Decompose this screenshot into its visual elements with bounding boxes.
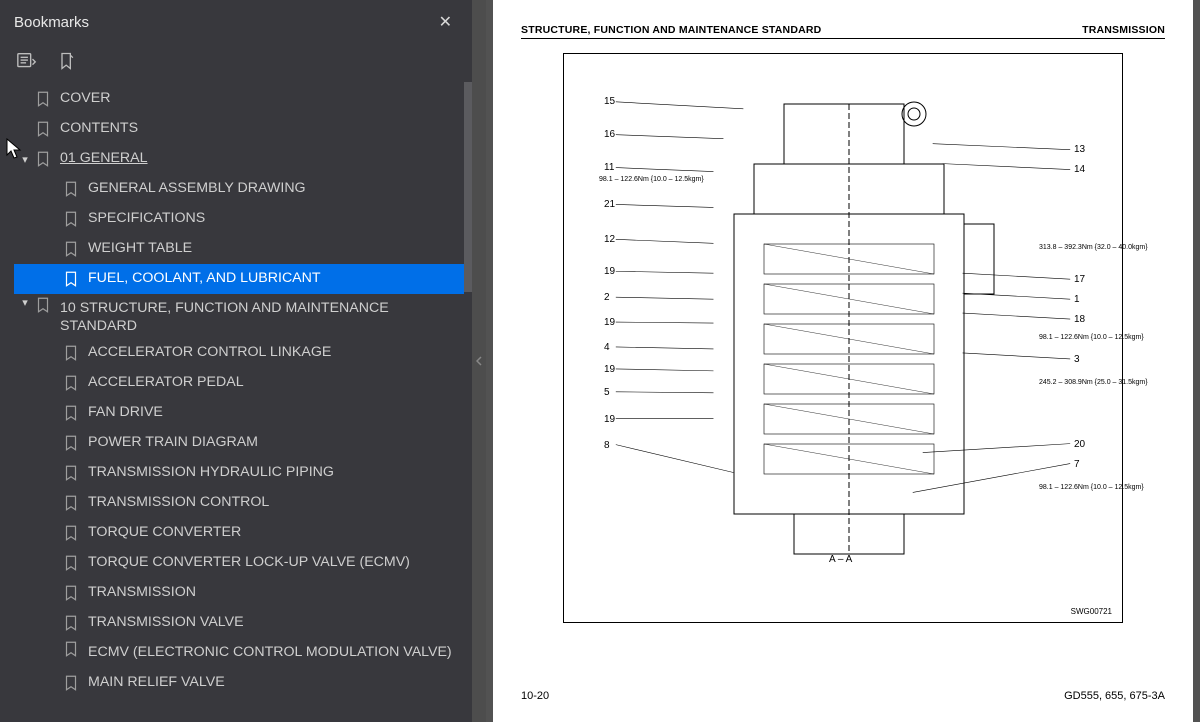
bookmark-item[interactable]: TORQUE CONVERTER bbox=[14, 518, 464, 548]
bookmark-item[interactable]: GENERAL ASSEMBLY DRAWING bbox=[14, 174, 464, 204]
options-menu-icon[interactable] bbox=[16, 50, 38, 72]
bookmark-item[interactable]: TRANSMISSION bbox=[14, 578, 464, 608]
bookmark-label: SPECIFICATIONS bbox=[88, 210, 460, 228]
bookmark-label: FUEL, COOLANT, AND LUBRICANT bbox=[88, 270, 460, 288]
bookmark-item[interactable]: FUEL, COOLANT, AND LUBRICANT bbox=[14, 264, 464, 294]
page-header-right: TRANSMISSION bbox=[1082, 24, 1165, 36]
section-label: A – A bbox=[829, 554, 852, 565]
bookmark-label: GENERAL ASSEMBLY DRAWING bbox=[88, 180, 460, 198]
pdf-page: STRUCTURE, FUNCTION AND MAINTENANCE STAN… bbox=[493, 0, 1193, 722]
bookmark-label: POWER TRAIN DIAGRAM bbox=[88, 434, 460, 452]
bookmark-item[interactable]: ECMV (ELECTRONIC CONTROL MODULATION VALV… bbox=[14, 638, 464, 668]
callout-number: 7 bbox=[1074, 459, 1080, 470]
bookmark-item[interactable]: TORQUE CONVERTER LOCK-UP VALVE (ECMV) bbox=[14, 548, 464, 578]
torque-note: 98.1 – 122.6Nm {10.0 – 12.5kgm} bbox=[1039, 334, 1144, 341]
bookmark-label: TORQUE CONVERTER bbox=[88, 524, 460, 542]
chevron-down-icon[interactable]: ▾ bbox=[18, 296, 32, 309]
callout-number: 1 bbox=[1074, 294, 1080, 305]
bookmark-label: ACCELERATOR CONTROL LINKAGE bbox=[88, 344, 460, 362]
page-header-left: STRUCTURE, FUNCTION AND MAINTENANCE STAN… bbox=[521, 24, 821, 36]
bookmark-item[interactable]: ▾ 01 GENERAL bbox=[14, 144, 464, 174]
callout-number: 19 bbox=[604, 266, 615, 277]
callout-number: 14 bbox=[1074, 164, 1085, 175]
bookmark-label: COVER bbox=[60, 90, 460, 108]
bookmark-label: ECMV (ELECTRONIC CONTROL MODULATION VALV… bbox=[88, 640, 460, 662]
bookmark-label: TRANSMISSION VALVE bbox=[88, 614, 460, 632]
bookmark-item[interactable]: TRANSMISSION CONTROL bbox=[14, 488, 464, 518]
bookmark-item[interactable]: FAN DRIVE bbox=[14, 398, 464, 428]
callout-number: 19 bbox=[604, 317, 615, 328]
callout-number: 16 bbox=[604, 129, 615, 140]
bookmark-label: MAIN RELIEF VALVE bbox=[88, 674, 460, 692]
bookmark-item[interactable]: TRANSMISSION HYDRAULIC PIPING bbox=[14, 458, 464, 488]
bookmark-item[interactable]: ACCELERATOR PEDAL bbox=[14, 368, 464, 398]
callout-number: 2 bbox=[604, 292, 610, 303]
diagram-id: SWG00721 bbox=[1071, 607, 1112, 616]
bookmark-label: TRANSMISSION CONTROL bbox=[88, 494, 460, 512]
panel-collapse-handle[interactable] bbox=[472, 0, 486, 722]
callout-number: 12 bbox=[604, 234, 615, 245]
bookmark-label: WEIGHT TABLE bbox=[88, 240, 460, 258]
document-viewport[interactable]: STRUCTURE, FUNCTION AND MAINTENANCE STAN… bbox=[486, 0, 1200, 722]
bookmark-item[interactable]: WEIGHT TABLE bbox=[14, 234, 464, 264]
callout-number: 21 bbox=[604, 199, 615, 210]
bookmark-item[interactable]: COVER bbox=[14, 84, 464, 114]
technical-diagram: 15 16 11 21 12 19 2 19 4 19 5 19 8 13 14… bbox=[563, 53, 1123, 623]
bookmarks-panel: Bookmarks ✕ COVER CONTENTS ▾ 01 GENERAL GENE… bbox=[0, 0, 472, 722]
callout-number: 17 bbox=[1074, 274, 1085, 285]
bookmark-label: TRANSMISSION HYDRAULIC PIPING bbox=[88, 464, 460, 482]
bookmark-current-icon[interactable] bbox=[56, 50, 78, 72]
torque-note: 245.2 – 308.9Nm {25.0 – 31.5kgm} bbox=[1039, 379, 1148, 386]
scrollbar-thumb[interactable] bbox=[464, 82, 472, 292]
close-icon[interactable]: ✕ bbox=[433, 8, 458, 36]
page-number: 10-20 bbox=[521, 690, 549, 702]
torque-note: 313.8 – 392.3Nm {32.0 – 40.0kgm} bbox=[1039, 244, 1148, 251]
callout-number: 3 bbox=[1074, 354, 1080, 365]
bookmark-item[interactable]: POWER TRAIN DIAGRAM bbox=[14, 428, 464, 458]
model-code: GD555, 655, 675-3A bbox=[1064, 690, 1165, 702]
callout-number: 18 bbox=[1074, 314, 1085, 325]
callout-number: 15 bbox=[604, 96, 615, 107]
callout-number: 19 bbox=[604, 364, 615, 375]
bookmark-item[interactable]: ▾ 10 STRUCTURE, FUNCTION AND MAINTENANCE … bbox=[14, 294, 464, 338]
callout-number: 19 bbox=[604, 414, 615, 425]
bookmark-item[interactable]: CONTENTS bbox=[14, 114, 464, 144]
torque-note: 98.1 – 122.6Nm {10.0 – 12.5kgm} bbox=[599, 176, 704, 183]
bookmark-label: CONTENTS bbox=[60, 120, 460, 138]
bookmark-label: FAN DRIVE bbox=[88, 404, 460, 422]
callout-number: 5 bbox=[604, 387, 610, 398]
bookmark-tree[interactable]: COVER CONTENTS ▾ 01 GENERAL GENERAL ASSEMBLY… bbox=[0, 82, 472, 722]
callout-number: 20 bbox=[1074, 439, 1085, 450]
callout-number: 11 bbox=[604, 162, 614, 173]
panel-title: Bookmarks bbox=[14, 14, 89, 31]
torque-note: 98.1 – 122.6Nm {10.0 – 12.5kgm} bbox=[1039, 484, 1144, 491]
chevron-down-icon[interactable]: ▾ bbox=[18, 153, 32, 166]
bookmark-label: 10 STRUCTURE, FUNCTION AND MAINTENANCE S… bbox=[60, 296, 460, 336]
bookmark-label: 01 GENERAL bbox=[60, 150, 460, 168]
bookmark-label: ACCELERATOR PEDAL bbox=[88, 374, 460, 392]
bookmark-label: TRANSMISSION bbox=[88, 584, 460, 602]
callout-number: 4 bbox=[604, 342, 610, 353]
bookmark-item[interactable]: SPECIFICATIONS bbox=[14, 204, 464, 234]
bookmark-item[interactable]: MAIN RELIEF VALVE bbox=[14, 668, 464, 698]
bookmark-item[interactable]: ACCELERATOR CONTROL LINKAGE bbox=[14, 338, 464, 368]
callout-number: 8 bbox=[604, 440, 610, 451]
bookmark-label: TORQUE CONVERTER LOCK-UP VALVE (ECMV) bbox=[88, 554, 460, 572]
bookmark-item[interactable]: TRANSMISSION VALVE bbox=[14, 608, 464, 638]
callout-number: 13 bbox=[1074, 144, 1085, 155]
